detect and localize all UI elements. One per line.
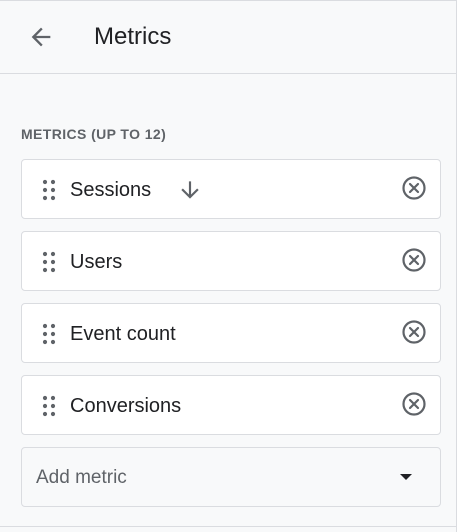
metric-chip-event-count[interactable]: Event count xyxy=(21,303,441,363)
panel-header: Metrics xyxy=(0,1,456,74)
remove-event-count-button[interactable] xyxy=(400,319,428,350)
close-circle-icon xyxy=(401,175,427,206)
remove-users-button[interactable] xyxy=(400,247,428,278)
arrow-back-icon xyxy=(27,23,55,56)
arrow-down-icon[interactable] xyxy=(176,176,204,204)
close-circle-icon xyxy=(401,319,427,350)
selected-metrics-list: Sessions Users Event count Conversions xyxy=(21,159,441,447)
remove-conversions-button[interactable] xyxy=(400,391,428,422)
metric-label-event-count: Event count xyxy=(70,323,176,345)
back-button[interactable] xyxy=(21,19,61,59)
metric-chip-sessions[interactable]: Sessions xyxy=(21,159,441,219)
add-metric-placeholder: Add metric xyxy=(36,467,127,488)
close-circle-icon xyxy=(401,247,427,278)
close-circle-icon xyxy=(401,391,427,422)
drag-handle-icon[interactable] xyxy=(40,177,58,203)
metric-chip-users[interactable]: Users xyxy=(21,231,441,291)
drag-handle-icon[interactable] xyxy=(40,321,58,347)
metric-chip-conversions[interactable]: Conversions xyxy=(21,375,441,435)
metrics-section-label: METRICS (UP TO 12) xyxy=(21,126,167,142)
page-title: Metrics xyxy=(94,23,172,50)
metric-label-sessions: Sessions xyxy=(70,179,152,201)
bottom-divider xyxy=(0,526,456,527)
metric-label-conversions: Conversions xyxy=(70,395,182,417)
drag-handle-icon[interactable] xyxy=(40,393,58,419)
remove-sessions-button[interactable] xyxy=(400,175,428,206)
add-metric-dropdown[interactable]: Add metric xyxy=(21,447,441,507)
metrics-panel: Metrics METRICS (UP TO 12) Sessions User… xyxy=(0,0,457,532)
dropdown-arrow-icon xyxy=(399,472,413,482)
metric-label-users: Users xyxy=(70,251,123,273)
drag-handle-icon[interactable] xyxy=(40,249,58,275)
